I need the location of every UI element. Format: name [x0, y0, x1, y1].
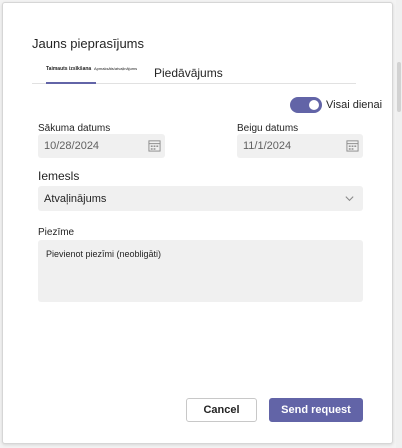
calendar-icon[interactable] — [346, 139, 359, 152]
reason-value: Atvaļinājums — [44, 193, 107, 205]
all-day-label: Visai dienai — [326, 99, 383, 111]
all-day-toggle[interactable] — [290, 97, 322, 113]
reason-label: Iemesls — [38, 169, 80, 183]
tab-time-off[interactable]: Taimauts izsīkšana — [46, 66, 91, 72]
note-textarea[interactable]: Pievienot piezīmi (neobligāti) — [38, 240, 363, 302]
start-date-label: Sākuma datums — [38, 123, 111, 134]
cancel-button[interactable]: Cancel — [186, 398, 257, 422]
dialog-title: Jauns pieprasījums — [32, 36, 144, 51]
send-request-button[interactable]: Send request — [269, 398, 363, 422]
end-date-field[interactable]: 11/1/2024 — [237, 134, 363, 158]
tab-paid-leave[interactable]: Apmaksāts/atvaļinājums — [94, 66, 137, 71]
request-type-tabs: Taimauts izsīkšana Apmaksāts/atvaļinājum… — [32, 60, 356, 84]
end-date-label: Beigu datums — [237, 123, 299, 134]
chevron-down-icon — [345, 196, 354, 202]
reason-select[interactable]: Atvaļinājums — [38, 186, 363, 211]
start-date-value: 10/28/2024 — [44, 140, 100, 152]
calendar-icon[interactable] — [148, 139, 161, 152]
end-date-value: 11/1/2024 — [243, 140, 292, 152]
tab-offer[interactable]: Piedāvājums — [154, 66, 223, 80]
scrollbar-thumb[interactable] — [397, 62, 401, 112]
note-label: Piezīme — [38, 227, 75, 238]
note-placeholder: Pievienot piezīmi (neobligāti) — [46, 249, 162, 259]
toggle-knob — [309, 100, 319, 110]
start-date-field[interactable]: 10/28/2024 — [38, 134, 165, 158]
active-tab-indicator — [46, 82, 96, 84]
